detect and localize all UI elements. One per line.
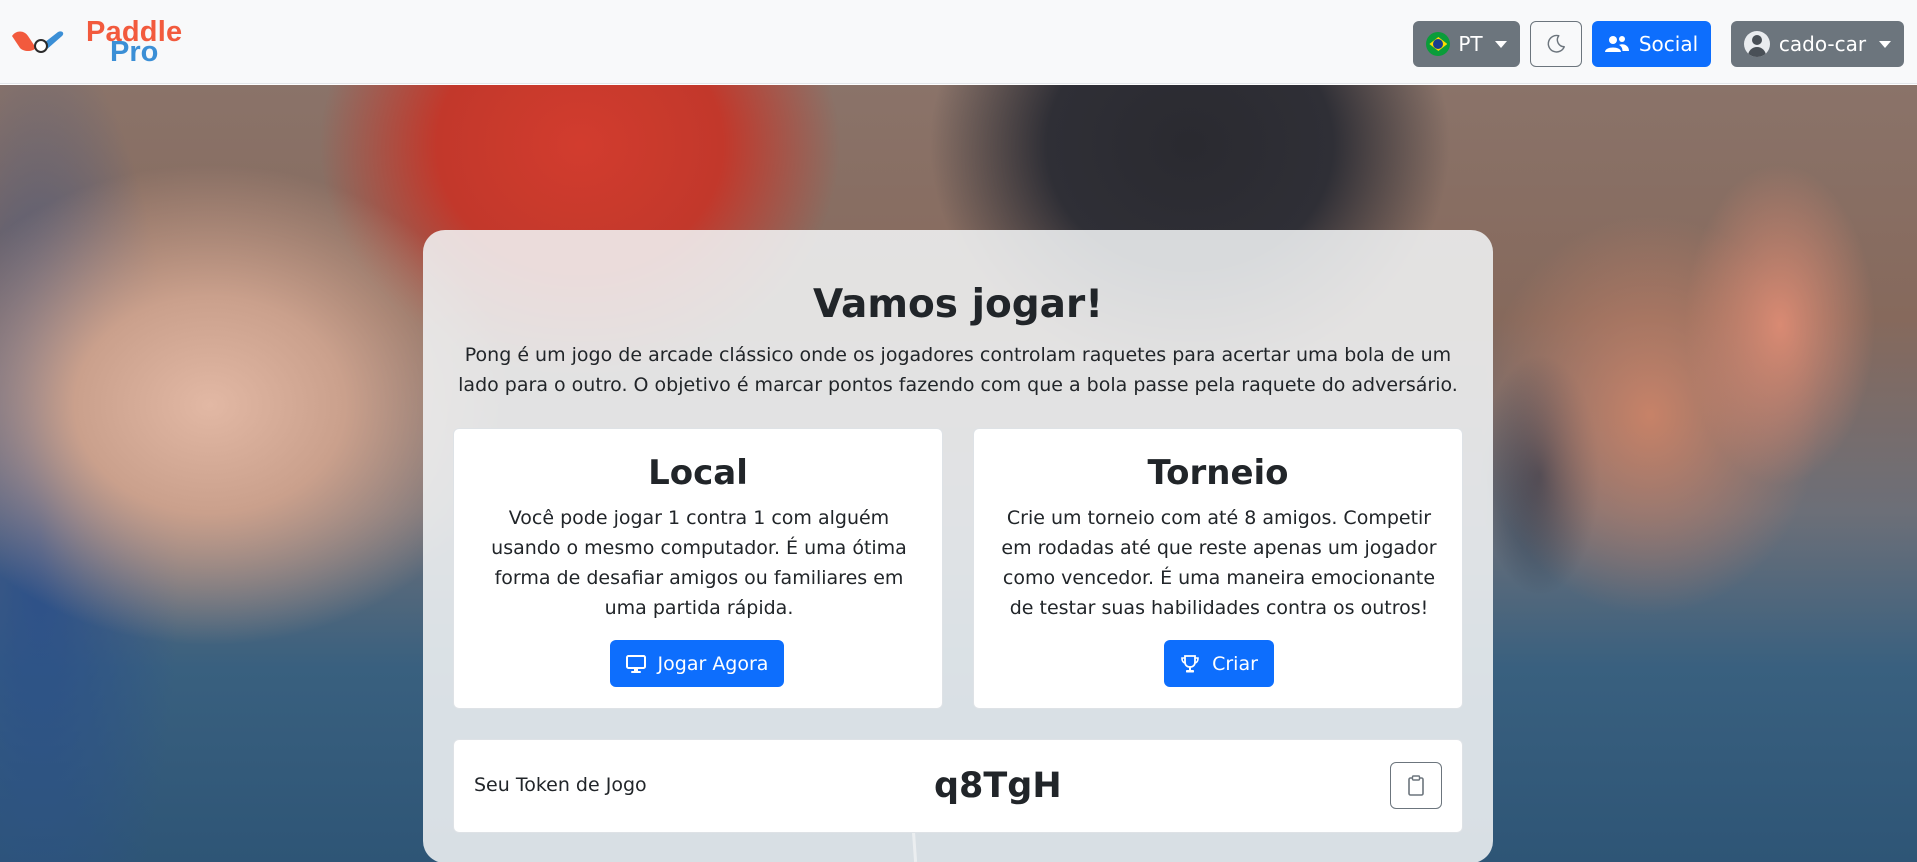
- token-value: q8TgH: [934, 766, 1062, 806]
- username-label: cado-car: [1778, 32, 1867, 56]
- copy-token-button[interactable]: [1390, 762, 1442, 809]
- local-mode-title: Local: [648, 453, 748, 493]
- page-description: Pong é um jogo de arcade clássico onde o…: [458, 344, 1458, 396]
- trophy-icon: [1181, 654, 1199, 672]
- tournament-mode-title: Torneio: [1147, 453, 1289, 493]
- language-dropdown-button[interactable]: PT: [1413, 21, 1520, 67]
- hero-background: Vamos jogar! Pong é um jogo de arcade cl…: [0, 85, 1917, 862]
- language-label: PT: [1458, 32, 1483, 56]
- brand-name-pro: Pro: [110, 36, 159, 68]
- moon-icon: [1547, 34, 1565, 53]
- user-circle-icon: [1743, 31, 1770, 57]
- page-title: Vamos jogar!: [812, 282, 1103, 327]
- people-icon: [1604, 36, 1629, 52]
- clipboard-icon: [1408, 774, 1424, 796]
- brazil-flag-icon: [1426, 32, 1451, 56]
- local-mode-card: Local Você pode jogar 1 contra 1 com alg…: [453, 428, 943, 709]
- brand-home-link[interactable]: Paddle Pro: [10, 14, 190, 70]
- token-label: Seu Token de Jogo: [474, 774, 647, 796]
- play-now-label: Jogar Agora: [657, 652, 769, 675]
- create-tournament-button[interactable]: Criar: [1164, 640, 1274, 687]
- navbar: Paddle Pro PT Social cado-car: [0, 0, 1917, 84]
- monitor-icon: [625, 654, 646, 673]
- social-button[interactable]: Social: [1592, 21, 1711, 67]
- social-label: Social: [1638, 32, 1699, 56]
- game-selection-card: Vamos jogar! Pong é um jogo de arcade cl…: [423, 230, 1493, 862]
- tournament-mode-card: Torneio Crie um torneio com até 8 amigos…: [973, 428, 1463, 709]
- theme-toggle-button[interactable]: [1530, 21, 1582, 67]
- play-now-button[interactable]: Jogar Agora: [610, 640, 784, 687]
- tournament-mode-description: Crie um torneio com até 8 amigos. Compet…: [1001, 507, 1437, 619]
- paddle-ball-logo: [12, 31, 64, 53]
- game-token-box: Seu Token de Jogo q8TgH: [453, 739, 1463, 833]
- create-label: Criar: [1212, 652, 1258, 675]
- chevron-down-icon: [1494, 40, 1507, 48]
- local-mode-description: Você pode jogar 1 contra 1 com alguém us…: [491, 507, 907, 619]
- user-menu-dropdown[interactable]: cado-car: [1731, 21, 1904, 67]
- chevron-down-icon: [1879, 40, 1892, 48]
